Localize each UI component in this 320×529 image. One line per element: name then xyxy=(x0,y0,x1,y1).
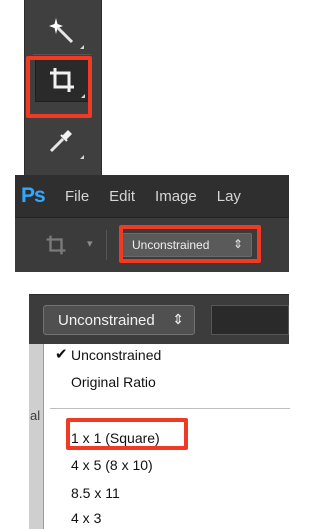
options-divider xyxy=(106,230,107,260)
eyedropper-icon xyxy=(46,126,76,156)
menu-item-unconstrained[interactable]: Unconstrained xyxy=(71,347,161,363)
menu-item-original-ratio[interactable]: Original Ratio xyxy=(71,374,156,390)
menu-file[interactable]: File xyxy=(65,188,89,205)
menu-item-8-5x11[interactable]: 8.5 x 11 xyxy=(71,485,120,501)
crop-icon[interactable] xyxy=(45,234,67,261)
crop-ratio-value: Unconstrained xyxy=(58,311,155,329)
square-option-highlight-box xyxy=(66,418,188,450)
menu-layer[interactable]: Lay xyxy=(217,188,241,205)
menu-bar: Ps File Edit Image Lay xyxy=(15,175,289,218)
clipped-label: al xyxy=(30,408,41,423)
tool-group-indicator xyxy=(80,45,84,49)
menu-item-4x5[interactable]: 4 x 5 (8 x 10) xyxy=(71,457,153,473)
tool-group-indicator xyxy=(80,155,84,159)
menu-item-4x3[interactable]: 4 x 3 xyxy=(71,510,101,526)
crop-tool-highlight-box xyxy=(26,56,92,118)
width-input[interactable] xyxy=(211,305,289,335)
checkmark-icon: ✔ xyxy=(55,346,68,363)
menu-divider xyxy=(50,408,290,409)
photoshop-logo: Ps xyxy=(21,184,46,207)
crop-ratio-select[interactable]: Unconstrained ⇕ xyxy=(43,305,195,335)
menu-image[interactable]: Image xyxy=(155,188,197,205)
ratio-select-highlight-box xyxy=(119,225,261,263)
eyedropper-tool-button[interactable] xyxy=(35,120,87,162)
up-down-arrows-icon: ⇕ xyxy=(172,311,184,327)
magic-wand-icon xyxy=(46,16,76,46)
ratio-dropdown-panel: Unconstrained ⇕ al Unconstrained ✔ Origi… xyxy=(29,294,290,529)
background-strip: al xyxy=(29,344,43,529)
magic-wand-tool-button[interactable] xyxy=(35,10,87,52)
menu-edit[interactable]: Edit xyxy=(109,188,135,205)
chevron-down-icon[interactable]: ▾ xyxy=(87,237,93,250)
tool-divider xyxy=(33,54,91,55)
tool-options-bar: Unconstrained ⇕ xyxy=(29,294,289,345)
